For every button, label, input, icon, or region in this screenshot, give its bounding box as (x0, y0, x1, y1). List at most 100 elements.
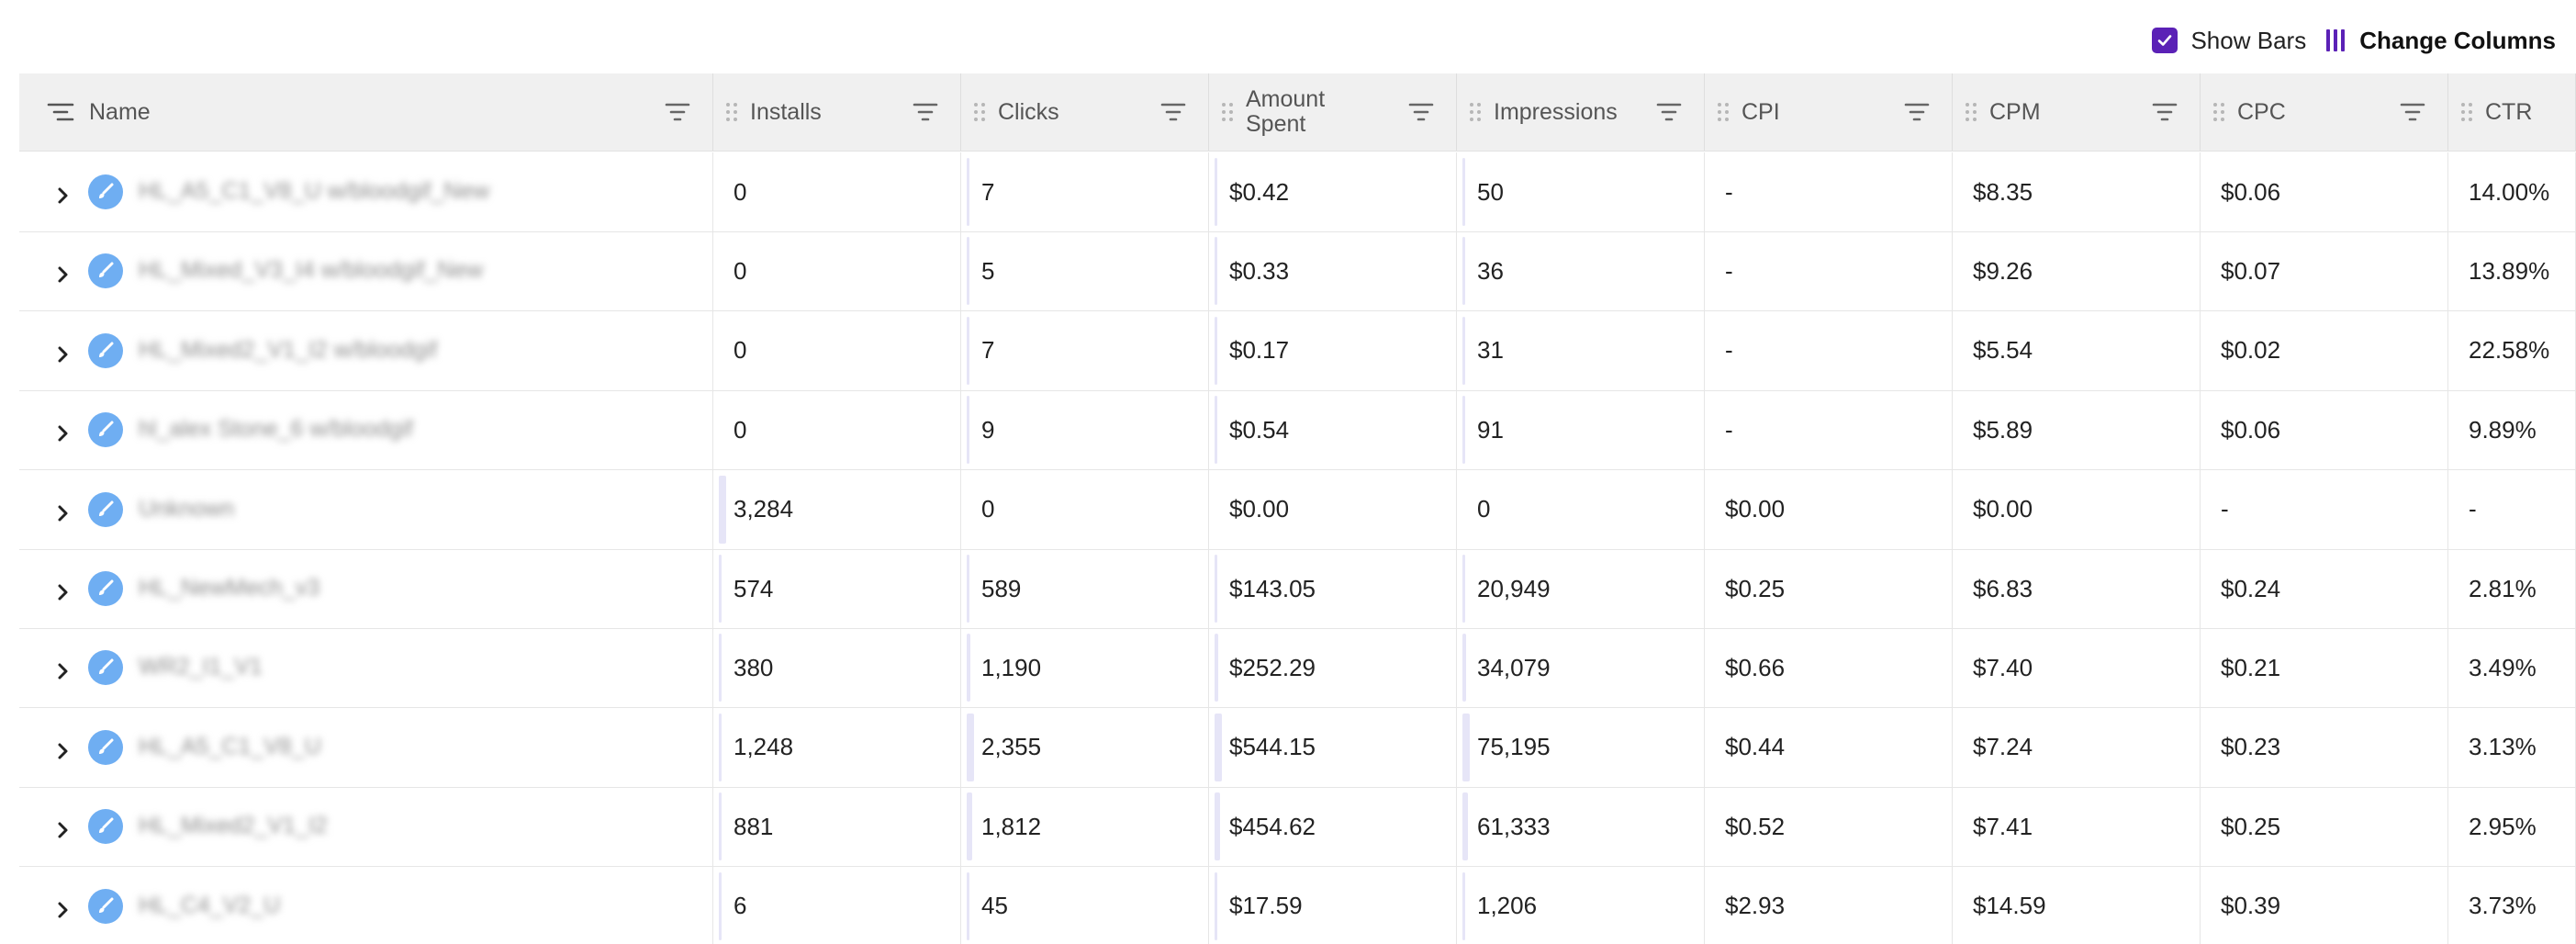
campaign-name-link[interactable]: HL_A5_C1_V8_U (139, 734, 321, 760)
cell-name[interactable]: WR2_I1_V1 (19, 628, 713, 708)
campaign-name-link[interactable]: Unknown (139, 496, 234, 523)
cell-value: - (2221, 495, 2229, 523)
cell-name[interactable]: hl_alex Stone_6 w/bloodgif (19, 390, 713, 470)
chevron-right-icon[interactable] (54, 897, 73, 918)
cell-name[interactable]: HL_NewMech_v3 (19, 549, 713, 628)
cell-installs: 881 (713, 787, 961, 867)
column-header-installs[interactable]: Installs (713, 73, 961, 151)
cell-cpi: $0.44 (1705, 707, 1953, 787)
cell-name[interactable]: Unknown (19, 469, 713, 549)
drag-handle-icon[interactable] (2461, 103, 2472, 121)
cell-value: - (2469, 495, 2477, 523)
campaign-name-link[interactable]: hl_alex Stone_6 w/bloodgif (139, 416, 413, 443)
column-header-name[interactable]: Name (19, 73, 713, 151)
column-header-cpm[interactable]: CPM (1953, 73, 2201, 151)
cell-cpc: $0.02 (2201, 310, 2448, 390)
column-header-ctr[interactable]: CTR (2448, 73, 2576, 151)
chevron-right-icon[interactable] (54, 421, 73, 442)
cell-value: $0.17 (1229, 336, 1290, 365)
chevron-right-icon[interactable] (54, 817, 73, 838)
paintbrush-icon (88, 332, 123, 368)
cell-installs: 380 (713, 628, 961, 708)
filter-icon[interactable] (2152, 101, 2178, 123)
table-row[interactable]: HL_Mixed2_V1_I2 w/bloodgif 0 7 $0.17 31 - $5.5… (19, 310, 2576, 391)
cell-installs: 0 (713, 152, 961, 231)
campaign-name-link[interactable]: HL_Mixed2_V1_I2 (139, 813, 328, 839)
filter-icon[interactable] (1408, 101, 1434, 123)
chevron-right-icon[interactable] (54, 579, 73, 601)
list-sort-icon (47, 101, 74, 123)
filter-icon[interactable] (665, 101, 690, 123)
table-row[interactable]: WR2_I1_V1 380 1,190 $252.29 34,079 $0.66 $7.40… (19, 628, 2576, 709)
chevron-right-icon[interactable] (54, 262, 73, 283)
cell-name[interactable]: HL_C4_V2_U (19, 866, 713, 944)
campaign-name-link[interactable]: HL_NewMech_v3 (139, 575, 319, 601)
campaign-name-link[interactable]: HL_C4_V2_U (139, 893, 280, 919)
drag-handle-icon[interactable] (1966, 103, 1977, 121)
show-bars-checkbox[interactable] (2152, 28, 2178, 53)
filter-icon[interactable] (1656, 101, 1682, 123)
drag-handle-icon[interactable] (1470, 103, 1481, 121)
column-label: CPI (1742, 98, 1780, 125)
cell-cpi: - (1705, 231, 1953, 311)
drag-handle-icon[interactable] (1718, 103, 1729, 121)
chevron-right-icon[interactable] (54, 183, 73, 204)
column-header-clicks[interactable]: Clicks (961, 73, 1209, 151)
table-row[interactable]: HL_C4_V2_U 6 45 $17.59 1,206 $2.93 $14.59 $0.39… (19, 866, 2576, 944)
cell-value: 589 (981, 574, 1022, 602)
cell-value: 5 (981, 256, 995, 285)
cell-value: $5.89 (1973, 415, 2033, 444)
table-row[interactable]: HL_Mixed_V3_I4 w/bloodgif_New 0 5 $0.33 36 - $… (19, 231, 2576, 312)
campaign-name-link[interactable]: HL_Mixed_V3_I4 w/bloodgif_New (139, 257, 483, 284)
drag-handle-icon[interactable] (974, 103, 985, 121)
table-row[interactable]: HL_A5_C1_V8_U w/bloodgif_New 0 7 $0.42 50 - $8… (19, 152, 2576, 232)
cell-value: $0.06 (2221, 177, 2281, 206)
chevron-right-icon[interactable] (54, 658, 73, 680)
drag-handle-icon[interactable] (2213, 103, 2224, 121)
filter-icon[interactable] (1904, 101, 1930, 123)
table-row[interactable]: HL_A5_C1_V8_U 1,248 2,355 $544.15 75,195 $0.4… (19, 707, 2576, 788)
table-controls: Show Bars Change Columns (2152, 24, 2556, 57)
table-row[interactable]: HL_NewMech_v3 574 589 $143.05 20,949 $0.25 $6.… (19, 549, 2576, 629)
checkmark-icon (2158, 35, 2172, 46)
column-label: Clicks (998, 98, 1059, 125)
show-bars-toggle[interactable]: Show Bars (2152, 27, 2306, 55)
table-row[interactable]: hl_alex Stone_6 w/bloodgif 0 9 $0.54 91 - $5.8… (19, 390, 2576, 471)
chevron-right-icon[interactable] (54, 500, 73, 522)
filter-icon[interactable] (1160, 101, 1186, 123)
cell-cpi: - (1705, 390, 1953, 470)
cell-value: $0.02 (2221, 336, 2281, 365)
table-row[interactable]: HL_Mixed2_V1_I2 881 1,812 $454.62 61,333 $0.5… (19, 787, 2576, 868)
campaign-name-link[interactable]: HL_Mixed2_V1_I2 w/bloodgif (139, 337, 437, 364)
cell-value: $252.29 (1229, 653, 1316, 681)
table-row[interactable]: Unknown 3,284 0 $0.00 0 $0.00 $0.00 - - (19, 469, 2576, 550)
cell-impressions: 0 (1457, 469, 1705, 549)
drag-handle-icon[interactable] (726, 103, 737, 121)
filter-icon[interactable] (2400, 101, 2425, 123)
cell-installs: 0 (713, 390, 961, 470)
cell-value: - (1725, 415, 1733, 444)
column-header-amount-spent[interactable]: Amount Spent (1209, 73, 1457, 151)
show-bars-label: Show Bars (2190, 26, 2307, 54)
drag-handle-icon[interactable] (1222, 103, 1233, 121)
cell-value: $14.59 (1973, 892, 2046, 920)
change-columns-button[interactable]: Change Columns (2326, 27, 2556, 55)
cell-name[interactable]: HL_A5_C1_V8_U (19, 707, 713, 787)
column-header-impressions[interactable]: Impressions (1457, 73, 1705, 151)
column-header-cpi[interactable]: CPI (1705, 73, 1953, 151)
cell-value: 13.89% (2469, 256, 2550, 285)
campaign-name-link[interactable]: WR2_I1_V1 (139, 654, 263, 680)
cell-name[interactable]: HL_Mixed2_V1_I2 (19, 787, 713, 867)
cell-value: $2.93 (1725, 892, 1786, 920)
cell-name[interactable]: HL_Mixed_V3_I4 w/bloodgif_New (19, 231, 713, 311)
filter-icon[interactable] (913, 101, 938, 123)
cell-cpc: $0.07 (2201, 231, 2448, 311)
cell-name[interactable]: HL_Mixed2_V1_I2 w/bloodgif (19, 310, 713, 390)
campaign-name-link[interactable]: HL_A5_C1_V8_U w/bloodgif_New (139, 178, 489, 205)
cell-value: 22.58% (2469, 336, 2550, 365)
chevron-right-icon[interactable] (54, 738, 73, 759)
cell-clicks: 0 (961, 469, 1209, 549)
cell-name[interactable]: HL_A5_C1_V8_U w/bloodgif_New (19, 152, 713, 231)
column-header-cpc[interactable]: CPC (2201, 73, 2448, 151)
chevron-right-icon[interactable] (54, 342, 73, 363)
